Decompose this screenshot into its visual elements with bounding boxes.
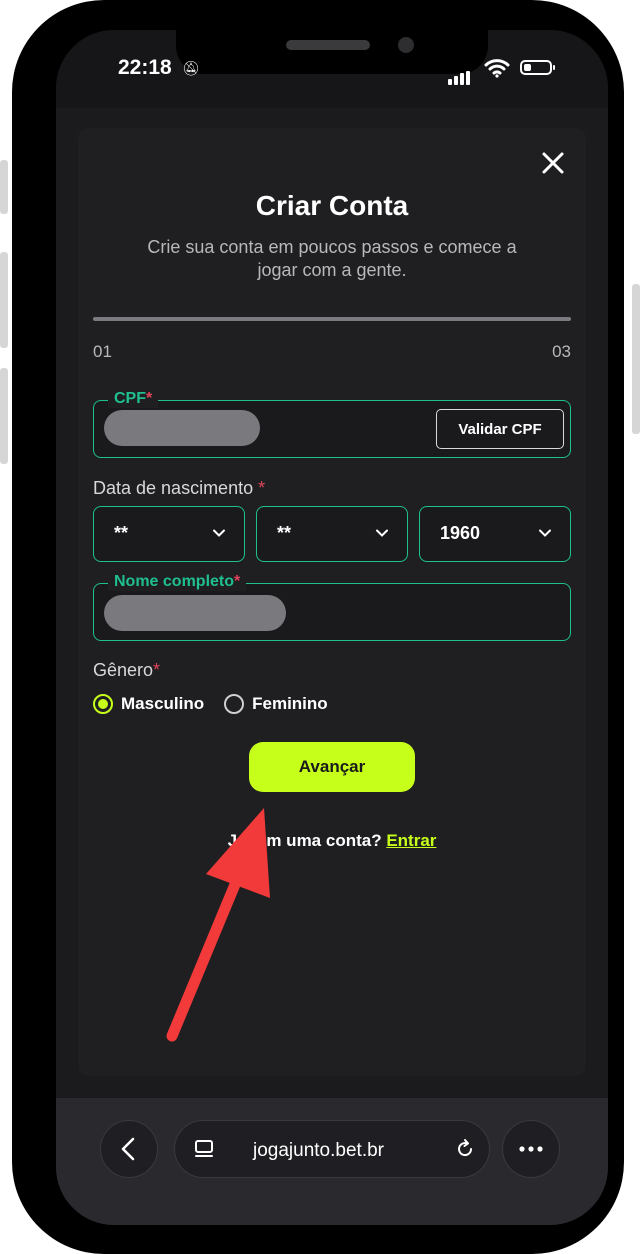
login-link[interactable]: Entrar <box>386 831 436 850</box>
cpf-field[interactable]: CPF* Validar CPF <box>93 390 571 458</box>
modal-title: Criar Conta <box>255 190 409 221</box>
full-name-label: Nome completo* <box>108 573 247 591</box>
birth-month-value: ** <box>277 523 292 543</box>
camera <box>398 37 414 53</box>
close-icon[interactable] <box>538 148 568 178</box>
chevron-down-icon <box>213 529 225 537</box>
cpf-label: CPF* <box>108 390 159 408</box>
mute-icon: 🔕︎ <box>182 61 200 77</box>
full-name-field[interactable]: Nome completo* <box>93 573 571 641</box>
full-name-value-redacted <box>104 595 286 631</box>
phone-side-button-right <box>632 284 640 434</box>
web-content: Criar Conta Crie sua conta em poucos pas… <box>56 108 608 1098</box>
phone-side-button-left-1 <box>0 160 8 214</box>
address-bar[interactable]: jogajunto.bet.br <box>174 1120 490 1178</box>
signup-modal: Criar Conta Crie sua conta em poucos pas… <box>78 128 586 1076</box>
back-icon <box>121 1137 135 1161</box>
birth-day-select[interactable]: ** <box>93 506 245 562</box>
phone-side-button-left-3 <box>0 368 8 464</box>
login-prompt: Já tem uma conta? Entrar <box>227 831 437 850</box>
birth-month-select[interactable]: ** <box>256 506 408 562</box>
back-button[interactable] <box>100 1120 158 1178</box>
birth-day-value: ** <box>114 523 129 543</box>
next-button[interactable]: Avançar <box>249 742 415 792</box>
gender-option-label: Feminino <box>252 694 328 713</box>
notch <box>176 30 488 74</box>
birth-date-label: Data de nascimento * <box>93 478 266 498</box>
browser-toolbar: jogajunto.bet.br <box>56 1098 608 1225</box>
modal-subtitle: Crie sua conta em poucos passos e comece… <box>147 237 517 280</box>
gender-radio-masculino[interactable] <box>93 694 113 714</box>
phone-frame: 22:18 🔕︎ Criar Conta Crie sua conta em p… <box>12 0 624 1254</box>
speaker <box>286 40 370 50</box>
battery-icon <box>520 60 555 75</box>
birth-year-value: 1960 <box>440 523 481 543</box>
signal-icon <box>448 66 472 85</box>
wifi-icon <box>484 58 510 82</box>
gender-options: Masculino Feminino <box>93 694 328 714</box>
url-text: jogajunto.bet.br <box>253 1140 384 1161</box>
reload-icon[interactable] <box>453 1137 477 1161</box>
more-icon <box>519 1146 543 1152</box>
validate-cpf-button[interactable]: Validar CPF <box>436 409 564 449</box>
phone-side-button-left-2 <box>0 252 8 348</box>
step-end-label: 03 <box>552 342 571 361</box>
step-start-label: 01 <box>93 342 112 361</box>
chevron-down-icon <box>539 529 551 537</box>
more-button[interactable] <box>502 1120 560 1178</box>
birth-year-select[interactable]: 1960 <box>419 506 571 562</box>
gender-label: Gênero* <box>93 660 161 680</box>
cpf-value-redacted <box>104 410 260 446</box>
phone-screen: 22:18 🔕︎ Criar Conta Crie sua conta em p… <box>56 30 608 1225</box>
status-time: 22:18 <box>118 56 172 79</box>
gender-radio-feminino[interactable] <box>224 694 245 714</box>
gender-option-label: Masculino <box>121 694 205 713</box>
chevron-down-icon <box>376 529 388 537</box>
step-progress-bar <box>93 317 571 321</box>
tabs-icon <box>195 1140 213 1157</box>
